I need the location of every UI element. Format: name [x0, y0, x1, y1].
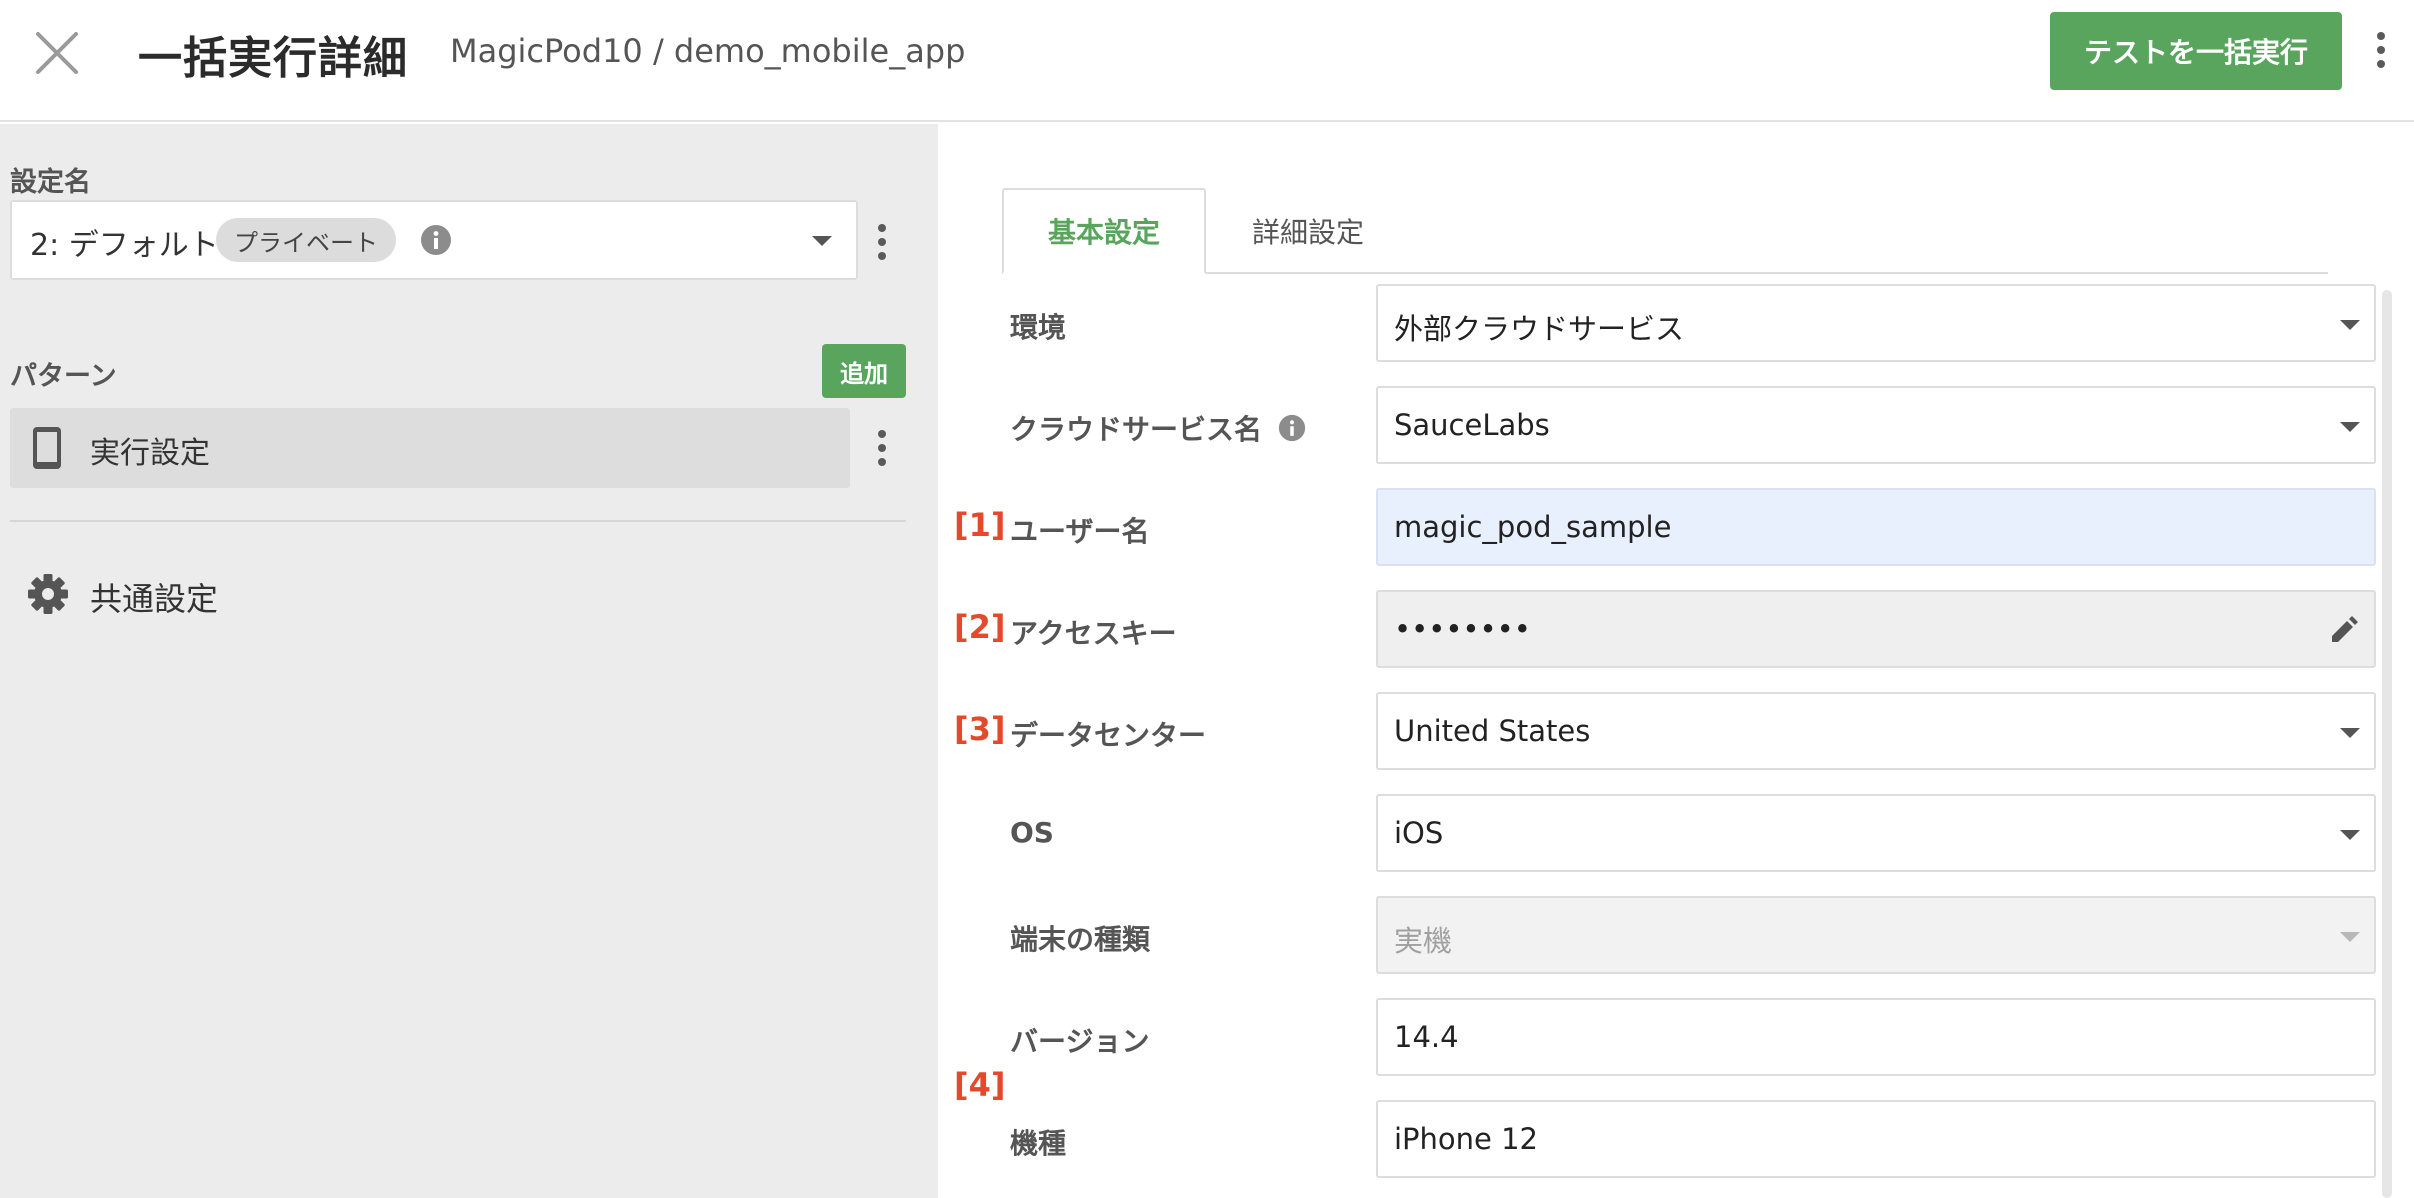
marker-1: [1]	[954, 506, 1006, 544]
username-label: ユーザー名	[1010, 515, 1150, 548]
model-input[interactable]: iPhone 12	[1376, 1100, 2376, 1178]
app-header: 一括実行詳細 MagicPod10 / demo_mobile_app テストを…	[0, 0, 2414, 122]
tab-detail-settings[interactable]: 詳細設定	[1206, 188, 1410, 274]
setting-name-label: 設定名	[10, 167, 91, 198]
os-label: OS	[1010, 816, 1054, 849]
version-label: バージョン	[1010, 1025, 1150, 1058]
chevron-down-icon[interactable]	[812, 236, 832, 246]
environment-label: 環境	[1010, 311, 1067, 344]
username-value: magic_pod_sample	[1394, 510, 1672, 544]
add-pattern-button[interactable]: 追加	[822, 344, 906, 398]
version-input[interactable]: 14.4	[1376, 998, 2376, 1076]
chevron-down-icon	[2340, 728, 2360, 738]
pattern-item-label: 実行設定	[90, 436, 210, 471]
run-batch-test-button[interactable]: テストを一括実行	[2050, 12, 2342, 90]
pencil-icon[interactable]	[2326, 612, 2362, 648]
data-center-select[interactable]: United States	[1376, 692, 2376, 770]
os-select[interactable]: iOS	[1376, 794, 2376, 872]
version-value: 14.4	[1394, 1020, 1459, 1054]
scrollbar[interactable]	[2382, 290, 2392, 1198]
chevron-down-icon	[2340, 830, 2360, 840]
marker-3: [3]	[954, 710, 1006, 748]
cloud-service-label: クラウドサービス名	[1010, 413, 1263, 446]
page-title: 一括実行詳細	[138, 33, 408, 84]
breadcrumb: MagicPod10 / demo_mobile_app	[450, 32, 966, 70]
gear-icon	[28, 574, 68, 614]
info-icon[interactable]	[1278, 414, 1306, 442]
cloud-service-value: SauceLabs	[1394, 408, 1550, 442]
os-value: iOS	[1394, 816, 1444, 850]
close-icon[interactable]	[34, 30, 80, 76]
tab-basic-settings[interactable]: 基本設定	[1002, 188, 1206, 274]
chevron-down-icon	[2340, 422, 2360, 432]
setting-name-value: 2: デフォルト	[30, 228, 219, 263]
environment-select[interactable]: 外部クラウドサービス	[1376, 284, 2376, 362]
chevron-down-icon	[2340, 320, 2360, 330]
setting-name-select[interactable]: 2: デフォルト プライベート	[10, 200, 858, 280]
main-panel: 基本設定 詳細設定 環境 外部クラウドサービス クラウドサービス名 SauceL…	[938, 124, 2414, 1198]
chevron-down-icon	[2340, 932, 2360, 942]
pattern-label: パターン	[10, 361, 117, 392]
device-type-value: 実機	[1394, 924, 1453, 958]
model-value: iPhone 12	[1394, 1122, 1539, 1156]
model-label: 機種	[1010, 1127, 1067, 1160]
access-key-label: アクセスキー	[1010, 617, 1177, 650]
setting-kebab-menu-icon[interactable]	[868, 220, 896, 264]
common-settings-link[interactable]: 共通設定	[26, 566, 426, 626]
environment-value: 外部クラウドサービス	[1394, 312, 1685, 346]
marker-2: [2]	[954, 608, 1006, 646]
data-center-value: United States	[1394, 714, 1591, 748]
device-type-label: 端末の種類	[1010, 923, 1151, 956]
header-kebab-menu-icon[interactable]	[2366, 22, 2396, 78]
pattern-item-execution-settings[interactable]: 実行設定	[10, 408, 850, 488]
data-center-label: データセンター	[1010, 719, 1207, 752]
sidebar: 設定名 2: デフォルト プライベート パターン 追加 実行設定 共通設定	[0, 124, 938, 1198]
common-settings-label: 共通設定	[90, 580, 219, 618]
divider	[10, 520, 906, 522]
access-key-value: ••••••••	[1394, 612, 1531, 646]
private-badge: プライベート	[216, 218, 396, 262]
info-icon[interactable]	[420, 224, 452, 256]
access-key-input[interactable]: ••••••••	[1376, 590, 2376, 668]
marker-4: [4]	[954, 1066, 1006, 1104]
pattern-kebab-menu-icon[interactable]	[868, 426, 896, 470]
cloud-service-select[interactable]: SauceLabs	[1376, 386, 2376, 464]
phone-icon	[33, 427, 61, 469]
device-type-select: 実機	[1376, 896, 2376, 974]
username-input[interactable]: magic_pod_sample	[1376, 488, 2376, 566]
